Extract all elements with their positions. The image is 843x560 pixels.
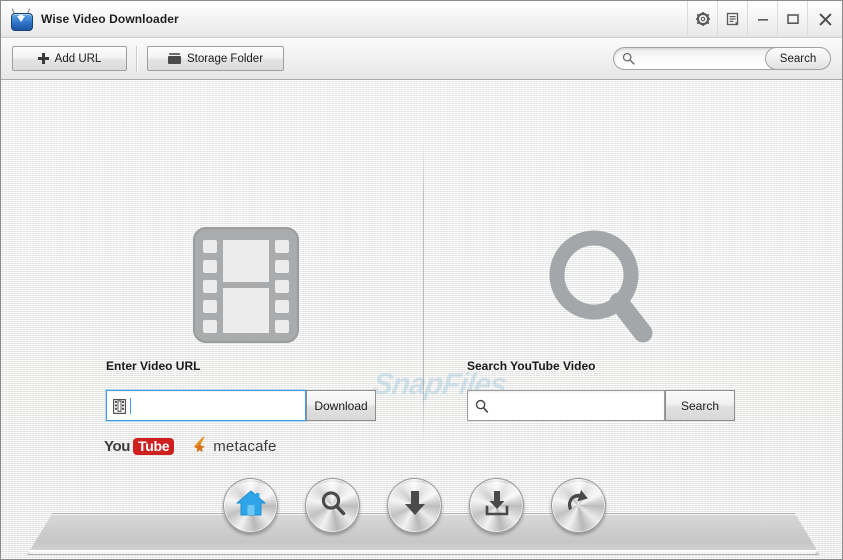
download-button-label: Download	[314, 398, 368, 413]
toolbar-search: Search	[613, 47, 831, 70]
dock-download-button[interactable]	[387, 478, 442, 533]
maximize-icon	[786, 12, 800, 26]
toolbar-search-button-label: Search	[779, 52, 817, 65]
metacafe-logo: metacafe	[191, 435, 276, 458]
tv-arrow-icon	[17, 16, 25, 22]
download-tray-icon	[483, 489, 511, 522]
storage-folder-button[interactable]: Storage Folder	[147, 46, 284, 71]
panel-divider	[423, 144, 424, 444]
close-button[interactable]	[807, 1, 842, 37]
add-url-button[interactable]: Add URL	[12, 46, 127, 71]
url-input-wrapper[interactable]	[106, 390, 306, 421]
toolbar: Add URL Storage Folder Search	[1, 38, 842, 80]
window-controls	[687, 1, 842, 37]
download-list-button[interactable]	[717, 1, 747, 37]
storage-folder-label: Storage Folder	[186, 52, 264, 65]
youtube-logo-you: You	[104, 438, 131, 455]
rotate-arrow-icon	[564, 489, 594, 522]
toolbar-search-button[interactable]: Search	[765, 47, 831, 70]
add-url-label: Add URL	[54, 52, 102, 65]
film-strip-icon	[193, 227, 299, 343]
main-content: SnapFiles Enter Video URL Search YouTube…	[1, 80, 842, 559]
youtube-search-button-label: Search	[680, 398, 720, 413]
youtube-logo-tube: Tube	[133, 438, 175, 455]
download-button[interactable]: Download	[306, 390, 376, 421]
toolbar-separator	[136, 45, 138, 72]
dock-downloaded-button[interactable]	[469, 478, 524, 533]
down-arrow-icon	[402, 489, 428, 522]
youtube-search-wrapper[interactable]	[467, 390, 665, 421]
title-bar: Wise Video Downloader	[1, 1, 842, 38]
close-icon	[818, 12, 833, 27]
magnifier-small-icon	[475, 399, 489, 419]
toolbar-search-input[interactable]	[640, 50, 774, 69]
url-input-row: Download	[106, 390, 376, 421]
supported-sites: You Tube metacafe	[104, 435, 277, 458]
youtube-search-button[interactable]: Search	[665, 390, 735, 421]
plus-icon	[37, 53, 49, 64]
list-document-icon	[726, 12, 740, 26]
text-caret	[130, 398, 131, 414]
folder-icon	[167, 53, 181, 64]
minimize-icon	[756, 12, 770, 26]
dock-home-button[interactable]	[223, 478, 278, 533]
magnifier-icon	[319, 489, 347, 522]
metacafe-star-icon	[191, 435, 211, 458]
minimize-button[interactable]	[747, 1, 777, 37]
home-icon	[235, 489, 266, 522]
dock-convert-button[interactable]	[551, 478, 606, 533]
app-window: Wise Video Downloader Add URL Storage Fo…	[0, 0, 843, 560]
app-icon	[10, 8, 33, 31]
magnifier-icon	[539, 225, 655, 347]
youtube-logo: You Tube	[104, 438, 175, 455]
youtube-search-row: Search	[467, 390, 735, 421]
gear-icon	[695, 12, 710, 26]
film-strip-small-icon	[113, 399, 127, 419]
metacafe-logo-text: metacafe	[213, 438, 277, 455]
url-panel-label: Enter Video URL	[106, 359, 201, 373]
maximize-button[interactable]	[777, 1, 807, 37]
window-title: Wise Video Downloader	[41, 12, 179, 26]
settings-gear-button[interactable]	[687, 1, 717, 37]
url-input[interactable]	[134, 396, 303, 418]
search-panel-label: Search YouTube Video	[467, 359, 596, 373]
search-icon	[622, 52, 635, 70]
dock-bar	[223, 478, 606, 533]
youtube-search-input[interactable]	[493, 396, 662, 418]
dock-search-button[interactable]	[305, 478, 360, 533]
